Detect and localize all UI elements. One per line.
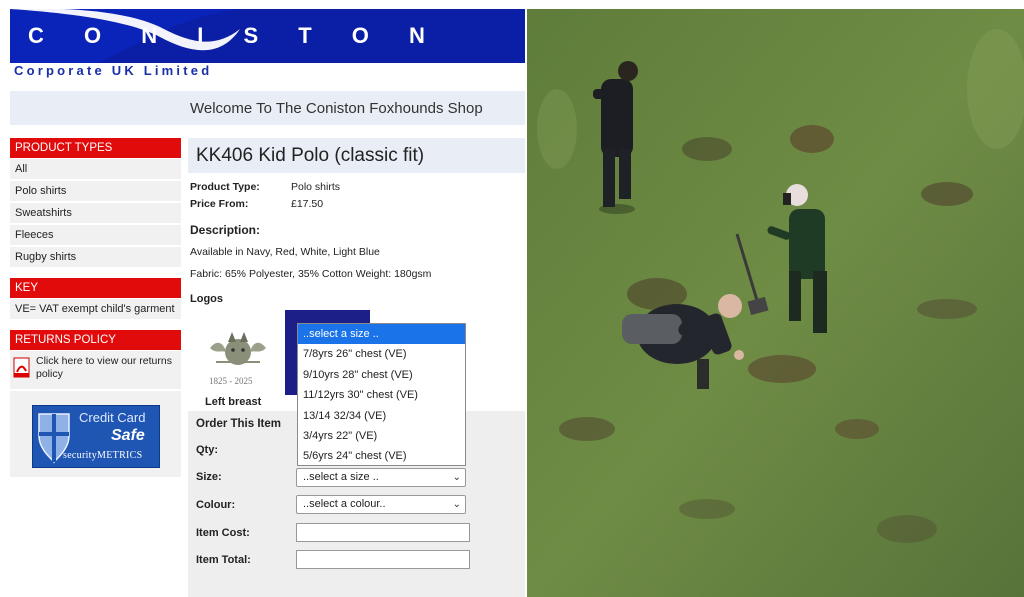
description-colours: Available in Navy, Red, White, Light Blu…: [190, 246, 380, 258]
pdf-icon: [13, 357, 30, 378]
item-total-label: Item Total:: [196, 554, 251, 566]
size-option[interactable]: 11/12yrs 30" chest (VE): [298, 385, 465, 405]
item-cost-field[interactable]: [296, 523, 470, 542]
sidebar-item-sweatshirts[interactable]: Sweatshirts: [10, 203, 181, 224]
product-type-value: Polo shirts: [291, 181, 341, 193]
returns-policy-link[interactable]: Click here to view our returns policy: [10, 351, 181, 389]
item-total-field[interactable]: [296, 550, 470, 569]
size-option[interactable]: 3/4yrs 22" (VE): [298, 426, 465, 446]
credit-card-safe-badge[interactable]: Credit Card Safe securityMETRICS: [32, 405, 160, 468]
size-select-value: ..select a size ..: [303, 471, 379, 483]
product-type-label: Product Type:: [190, 181, 260, 193]
logos-heading: Logos: [190, 293, 223, 305]
price-from-value: £17.50: [291, 198, 324, 210]
key-text: VE= VAT exempt child's garment: [10, 299, 181, 320]
order-heading: Order This Item: [196, 418, 281, 430]
colour-select-value: ..select a colour..: [303, 498, 386, 510]
chevron-down-icon: ⌄: [452, 499, 461, 510]
size-label: Size:: [196, 471, 222, 483]
credit-card-line1: Credit Card: [79, 410, 146, 425]
sidebar-item-all[interactable]: All: [10, 159, 181, 180]
security-metrics-text: securityMETRICS: [63, 450, 143, 461]
qty-label: Qty:: [196, 444, 218, 456]
sidebar-item-polo-shirts[interactable]: Polo shirts: [10, 181, 181, 202]
colour-select[interactable]: ..select a colour.. ⌄: [296, 495, 466, 514]
item-cost-label: Item Cost:: [196, 527, 250, 539]
price-from-label: Price From:: [190, 198, 249, 210]
sidebar-item-fleeces[interactable]: Fleeces: [10, 225, 181, 246]
returns-policy-text: Click here to view our returns policy: [36, 355, 172, 380]
outdoor-photo: [527, 9, 1024, 597]
site-header: C O N I S T O N: [10, 9, 525, 63]
returns-policy-heading: RETURNS POLICY: [10, 330, 181, 350]
size-option[interactable]: 5/6yrs 24" chest (VE): [298, 446, 465, 465]
foxhound-logo[interactable]: [206, 330, 270, 374]
brand-tagline: Corporate UK Limited: [14, 63, 213, 78]
size-option[interactable]: 9/10yrs 28" chest (VE): [298, 365, 465, 385]
chevron-down-icon: ⌄: [452, 472, 461, 483]
product-title: KK406 Kid Polo (classic fit): [196, 145, 425, 166]
description-heading: Description:: [190, 223, 261, 237]
sidebar-item-rugby-shirts[interactable]: Rugby shirts: [10, 247, 181, 268]
screenshot: C O N I S T O N Corporate UK Limited Wel…: [0, 0, 1024, 597]
credit-card-safe-area: Credit Card Safe securityMETRICS: [10, 391, 181, 477]
size-dropdown-list[interactable]: ..select a size .. 7/8yrs 26" chest (VE)…: [297, 323, 466, 466]
brand-name: C O N I S T O N: [28, 23, 442, 48]
logo-years: 1825 - 2025: [209, 376, 253, 386]
colour-label: Colour:: [196, 499, 236, 511]
key-heading: KEY: [10, 278, 181, 298]
logo-position-caption: Left breast: [205, 396, 262, 408]
welcome-banner: Welcome To The Coniston Foxhounds Shop: [10, 91, 525, 125]
product-title-bar: KK406 Kid Polo (classic fit): [188, 138, 525, 173]
size-option[interactable]: 7/8yrs 26" chest (VE): [298, 344, 465, 364]
product-types-heading: PRODUCT TYPES: [10, 138, 181, 158]
size-option[interactable]: 13/14 32/34 (VE): [298, 406, 465, 426]
size-select[interactable]: ..select a size .. ⌄: [296, 468, 466, 487]
welcome-text: Welcome To The Coniston Foxhounds Shop: [190, 100, 483, 117]
size-option[interactable]: ..select a size ..: [298, 324, 465, 345]
credit-card-line2: Safe: [111, 427, 145, 444]
description-fabric: Fabric: 65% Polyester, 35% Cotton Weight…: [190, 268, 432, 280]
